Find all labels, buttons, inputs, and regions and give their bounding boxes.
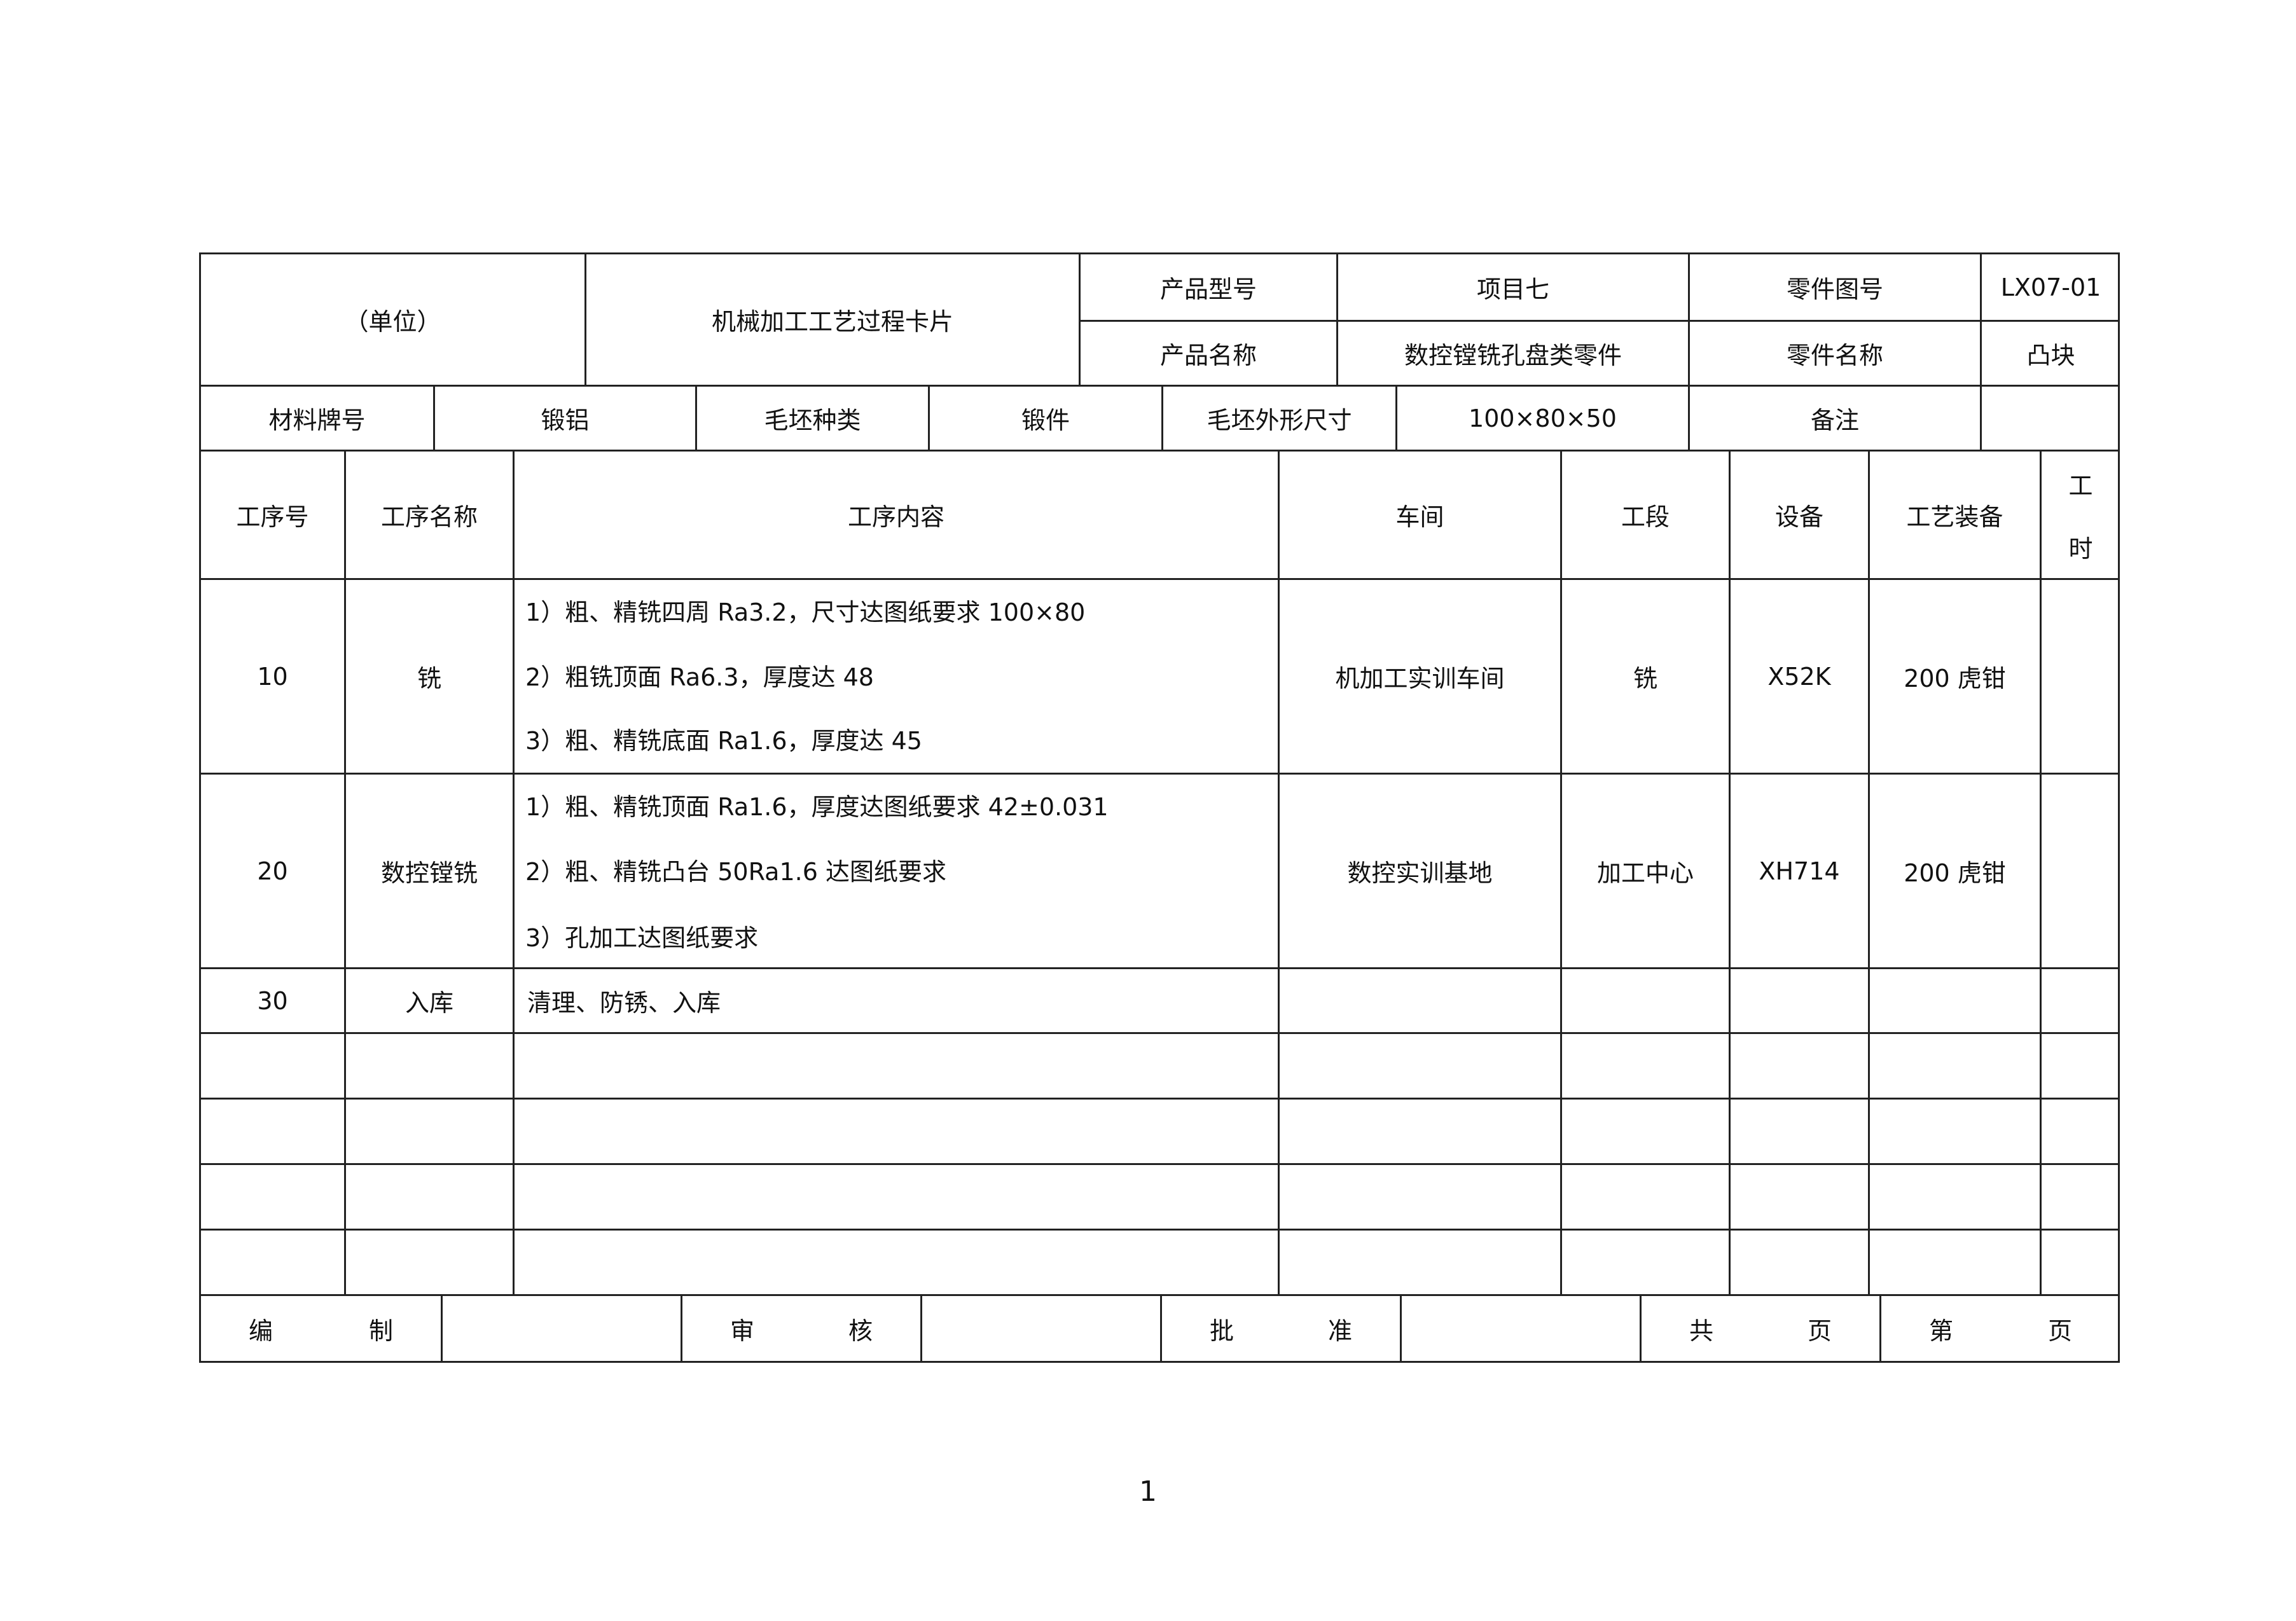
- op-equipment: X52K: [1767, 662, 1831, 691]
- product-name-label: 产品名称: [1159, 341, 1257, 369]
- op-content-line: 1）粗、精铣顶面 Ra1.6，厚度达图纸要求 42±0.031: [525, 793, 1109, 821]
- unit-cell: （单位）: [344, 308, 441, 336]
- approved-by-label: 批 准: [1162, 1296, 1400, 1361]
- op-name: 入库: [405, 989, 453, 1017]
- op-content-line: 3）粗、精铣底面 Ra1.6，厚度达 45: [525, 727, 922, 755]
- col-divider: [1400, 1294, 1402, 1361]
- col-divider: [920, 1294, 922, 1361]
- card-title: 机械加工工艺过程卡片: [711, 308, 953, 336]
- blank-type-value: 锻件: [1021, 406, 1070, 434]
- row-divider: [201, 1032, 2120, 1034]
- op-equipment: XH714: [1759, 857, 1840, 885]
- footer-char: 页: [1807, 1316, 1832, 1345]
- col-divider: [441, 1294, 443, 1361]
- row-divider: [201, 1163, 2120, 1165]
- product-name-value: 数控镗铣孔盘类零件: [1404, 341, 1622, 369]
- page-no-label: 第 页: [1881, 1296, 2120, 1361]
- remark-label: 备注: [1810, 406, 1859, 434]
- col-header-time: 工 时: [2042, 452, 2120, 578]
- product-model-value: 项目七: [1476, 275, 1549, 303]
- footer-char: 核: [848, 1316, 873, 1345]
- blank-size-value: 100×80×50: [1469, 404, 1617, 432]
- col-header-section: 工段: [1621, 503, 1670, 531]
- col-header-op-no: 工序号: [236, 503, 309, 531]
- op-no: 20: [257, 857, 288, 885]
- op-workshop: 机加工实训车间: [1335, 665, 1505, 693]
- compiled-by-label: 编 制: [201, 1296, 441, 1361]
- op-content-line: 2）粗、精铣凸台 50Ra1.6 达图纸要求: [525, 858, 946, 886]
- part-drawing-no-label: 零件图号: [1786, 275, 1883, 303]
- material-grade-label: 材料牌号: [268, 406, 366, 434]
- part-name-label: 零件名称: [1786, 341, 1883, 369]
- remark-value: [1982, 387, 2120, 450]
- reviewed-by-label: 审 核: [682, 1296, 920, 1361]
- footer-char: 审: [730, 1316, 755, 1345]
- op-tooling: 200 虎钳: [1904, 665, 2006, 693]
- op-content-line: 清理、防锈、入库: [527, 989, 721, 1017]
- col-header-equipment: 设备: [1774, 503, 1823, 531]
- op-name: 铣: [417, 665, 441, 693]
- material-grade-value: 锻铝: [541, 406, 590, 434]
- footer-char: 页: [2047, 1316, 2072, 1345]
- page-number: 1: [1139, 1475, 1157, 1508]
- blank-size-label: 毛坯外形尺寸: [1207, 406, 1352, 434]
- col-header-op-name: 工序名称: [380, 503, 478, 531]
- op-content-line: 3）孔加工达图纸要求: [525, 924, 759, 952]
- product-model-label: 产品型号: [1159, 275, 1257, 303]
- col-header-time-char-2: 时: [2068, 534, 2093, 563]
- op-no: 30: [257, 986, 288, 1015]
- col-header-tooling: 工艺装备: [1906, 503, 2003, 531]
- op-tooling: 200 虎钳: [1904, 859, 2006, 887]
- op-section: 加工中心: [1596, 859, 1694, 887]
- op-name: 数控镗铣: [380, 859, 478, 887]
- op-section: 铣: [1633, 665, 1657, 693]
- process-card: （单位） 机械加工工艺过程卡片 产品型号 项目七 零件图号 LX07-01 产品…: [199, 252, 2120, 1363]
- footer-char: 编: [249, 1316, 273, 1345]
- blank-type-label: 毛坯种类: [764, 406, 861, 434]
- row-divider: [201, 1229, 2120, 1231]
- col-header-workshop: 车间: [1395, 503, 1444, 531]
- op-workshop: 数控实训基地: [1347, 859, 1493, 887]
- footer-char: 批: [1210, 1316, 1234, 1345]
- op-content-line: 2）粗铣顶面 Ra6.3，厚度达 48: [525, 663, 874, 691]
- op-content-line: 1）粗、精铣四周 Ra3.2，尺寸达图纸要求 100×80: [525, 598, 1086, 626]
- col-header-time-char-1: 工: [2068, 471, 2093, 500]
- footer-char: 共: [1689, 1316, 1714, 1345]
- op-no: 10: [257, 662, 288, 691]
- part-name-value: 凸块: [2026, 341, 2075, 369]
- total-pages-label: 共 页: [1642, 1296, 1879, 1361]
- footer-char: 准: [1327, 1316, 1352, 1345]
- footer-char: 第: [1929, 1316, 1954, 1345]
- col-header-op-content: 工序内容: [847, 503, 944, 531]
- part-drawing-no-value: LX07-01: [2000, 273, 2101, 301]
- row-divider: [201, 1098, 2120, 1100]
- footer-char: 制: [368, 1316, 393, 1345]
